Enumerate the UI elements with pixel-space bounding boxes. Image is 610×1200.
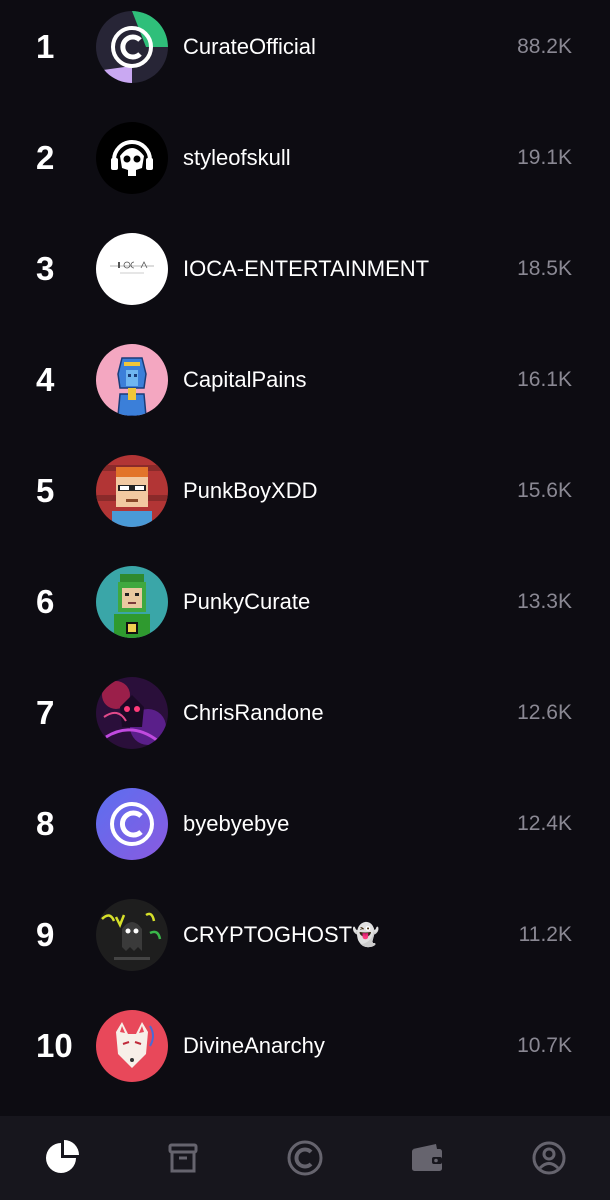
follower-count: 13.3K (517, 589, 572, 613)
profile-icon (532, 1141, 566, 1175)
username[interactable]: DivineAnarchy (183, 1030, 433, 1062)
leaderboard-row[interactable]: 4 CapitalPains 16.1K (0, 324, 610, 435)
leaderboard-row[interactable]: 8 byebyebye 12.4K (0, 768, 610, 879)
follower-count: 12.4K (517, 811, 572, 835)
username[interactable]: CapitalPains (183, 364, 433, 396)
curate-blue-avatar[interactable] (96, 787, 168, 860)
username[interactable]: IOCA-ENTERTAINMENT (183, 253, 433, 285)
nav-tab-archive[interactable] (122, 1116, 244, 1200)
leaderboard-row[interactable]: 10 DivineAnarchy 10.7K (0, 990, 610, 1101)
curate-logo-icon (287, 1140, 323, 1176)
rank-number: 4 (36, 360, 55, 398)
ioca-logo-avatar[interactable] (96, 232, 168, 305)
rank-number: 5 (36, 471, 55, 509)
purple-art-avatar[interactable] (96, 676, 168, 749)
nav-tab-wallet[interactable] (366, 1116, 488, 1200)
nav-tab-curate[interactable] (244, 1116, 366, 1200)
leaderboard-row[interactable]: 7 ChrisRandone 12.6K (0, 657, 610, 768)
rank-number: 7 (36, 693, 55, 731)
rank-number: 1 (36, 27, 55, 65)
follower-count: 11.2K (518, 922, 572, 946)
leaderboard-row[interactable]: 6 PunkyCurate 13.3K (0, 546, 610, 657)
pharaoh-avatar[interactable] (96, 343, 168, 416)
leaderboard-row[interactable]: 1 CurateOfficial 88.2K (0, 0, 610, 102)
curate-logo-avatar[interactable] (96, 10, 168, 83)
pie-chart-icon (46, 1140, 79, 1173)
follower-count: 16.1K (517, 367, 572, 391)
username[interactable]: ChrisRandone (183, 697, 433, 729)
bottom-nav-bar (0, 1116, 610, 1200)
fox-mask-avatar[interactable] (96, 1009, 168, 1082)
archive-box-icon (168, 1143, 198, 1173)
rank-number: 10 (36, 1026, 73, 1064)
leaderboard-row[interactable]: 3 IOCA-ENTERTAINMENT 18.5K (0, 213, 610, 324)
username[interactable]: CRYPTOGHOST👻 (183, 919, 433, 951)
rank-number: 3 (36, 249, 55, 287)
follower-count: 19.1K (517, 145, 572, 169)
rank-number: 6 (36, 582, 55, 620)
leaderboard-row[interactable]: 9 CRYPTOGHOST👻 11.2K (0, 879, 610, 990)
username[interactable]: PunkBoyXDD (183, 475, 433, 507)
rank-number: 9 (36, 915, 55, 953)
leaderboard-row[interactable]: 2 styleofskull 19.1K (0, 102, 610, 213)
username[interactable]: styleofskull (183, 142, 433, 174)
follower-count: 88.2K (517, 34, 572, 58)
follower-count: 10.7K (517, 1033, 572, 1057)
wallet-icon (412, 1144, 442, 1171)
follower-count: 15.6K (517, 478, 572, 502)
green-pixel-avatar[interactable] (96, 565, 168, 638)
rank-number: 8 (36, 804, 55, 842)
leaderboard-row[interactable]: 5 PunkBoyXDD 15.6K (0, 435, 610, 546)
username[interactable]: CurateOfficial (183, 31, 433, 63)
ghost-graffiti-avatar[interactable] (96, 898, 168, 971)
username[interactable]: byebyebye (183, 808, 433, 840)
follower-count: 12.6K (517, 700, 572, 724)
nav-tab-leaderboard[interactable] (0, 1116, 122, 1200)
username[interactable]: PunkyCurate (183, 586, 433, 618)
follower-count: 18.5K (517, 256, 572, 280)
skull-avatar[interactable] (96, 121, 168, 194)
nav-tab-profile[interactable] (488, 1116, 610, 1200)
rank-number: 2 (36, 138, 55, 176)
pixel-punk-avatar[interactable] (96, 454, 168, 527)
